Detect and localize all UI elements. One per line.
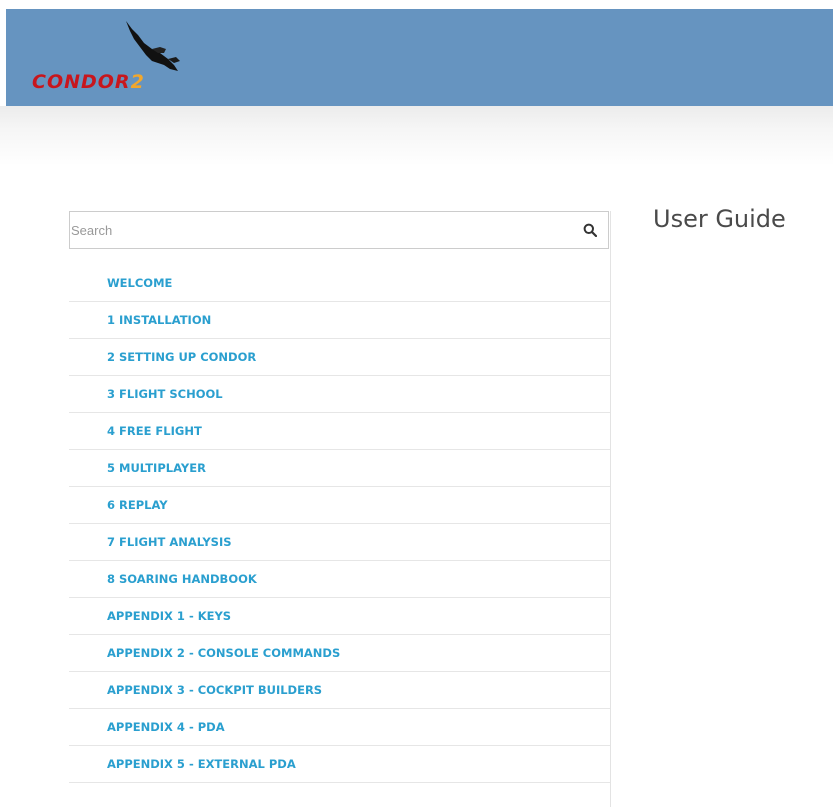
search-box: [69, 211, 609, 249]
toc-item: APPENDIX 4 - PDA: [69, 709, 610, 746]
toc-link-appendix-1[interactable]: APPENDIX 1 - KEYS: [107, 609, 231, 623]
toc-link-flight-school[interactable]: 3 FLIGHT SCHOOL: [107, 387, 223, 401]
toc-item: 6 REPLAY: [69, 487, 610, 524]
toc-link-appendix-2[interactable]: APPENDIX 2 - CONSOLE COMMANDS: [107, 646, 340, 660]
toc-link-welcome[interactable]: WELCOME: [107, 276, 172, 290]
toc-item: 2 SETTING UP CONDOR: [69, 339, 610, 376]
toc-item: APPENDIX 1 - KEYS: [69, 598, 610, 635]
toc-item: APPENDIX 3 - COCKPIT BUILDERS: [69, 672, 610, 709]
toc-link-free-flight[interactable]: 4 FREE FLIGHT: [107, 424, 202, 438]
toc-item: 7 FLIGHT ANALYSIS: [69, 524, 610, 561]
search-icon[interactable]: [583, 223, 597, 237]
toc-link-replay[interactable]: 6 REPLAY: [107, 498, 168, 512]
sidebar: WELCOME 1 INSTALLATION 2 SETTING UP COND…: [69, 211, 611, 807]
condor-bird-icon: [126, 21, 180, 71]
toc-link-appendix-3[interactable]: APPENDIX 3 - COCKPIT BUILDERS: [107, 683, 322, 697]
toc-item: 3 FLIGHT SCHOOL: [69, 376, 610, 413]
site-header: CONDOR2: [6, 9, 833, 106]
toc-item: 4 FREE FLIGHT: [69, 413, 610, 450]
toc-link-installation[interactable]: 1 INSTALLATION: [107, 313, 211, 327]
toc-item: APPENDIX 2 - CONSOLE COMMANDS: [69, 635, 610, 672]
logo-wordmark: CONDOR2: [32, 71, 145, 93]
toc-item: 1 INSTALLATION: [69, 302, 610, 339]
toc-link-soaring-handbook[interactable]: 8 SOARING HANDBOOK: [107, 572, 257, 586]
header-shadow: [0, 106, 833, 166]
toc-item: 8 SOARING HANDBOOK: [69, 561, 610, 598]
toc-item: WELCOME: [69, 265, 610, 302]
search-input[interactable]: [70, 212, 571, 248]
toc-item: 5 MULTIPLAYER: [69, 450, 610, 487]
toc-link-multiplayer[interactable]: 5 MULTIPLAYER: [107, 461, 206, 475]
toc-link-flight-analysis[interactable]: 7 FLIGHT ANALYSIS: [107, 535, 232, 549]
logo-word: CONDOR: [32, 71, 131, 93]
toc-item: APPENDIX 5 - EXTERNAL PDA: [69, 746, 610, 783]
page-title: User Guide: [653, 205, 786, 233]
site-logo[interactable]: CONDOR2: [32, 19, 212, 99]
toc-nav: WELCOME 1 INSTALLATION 2 SETTING UP COND…: [69, 265, 610, 783]
logo-number: 2: [130, 71, 145, 93]
toc-link-appendix-4[interactable]: APPENDIX 4 - PDA: [107, 720, 225, 734]
toc-link-appendix-5[interactable]: APPENDIX 5 - EXTERNAL PDA: [107, 757, 296, 771]
toc-link-setting-up[interactable]: 2 SETTING UP CONDOR: [107, 350, 256, 364]
